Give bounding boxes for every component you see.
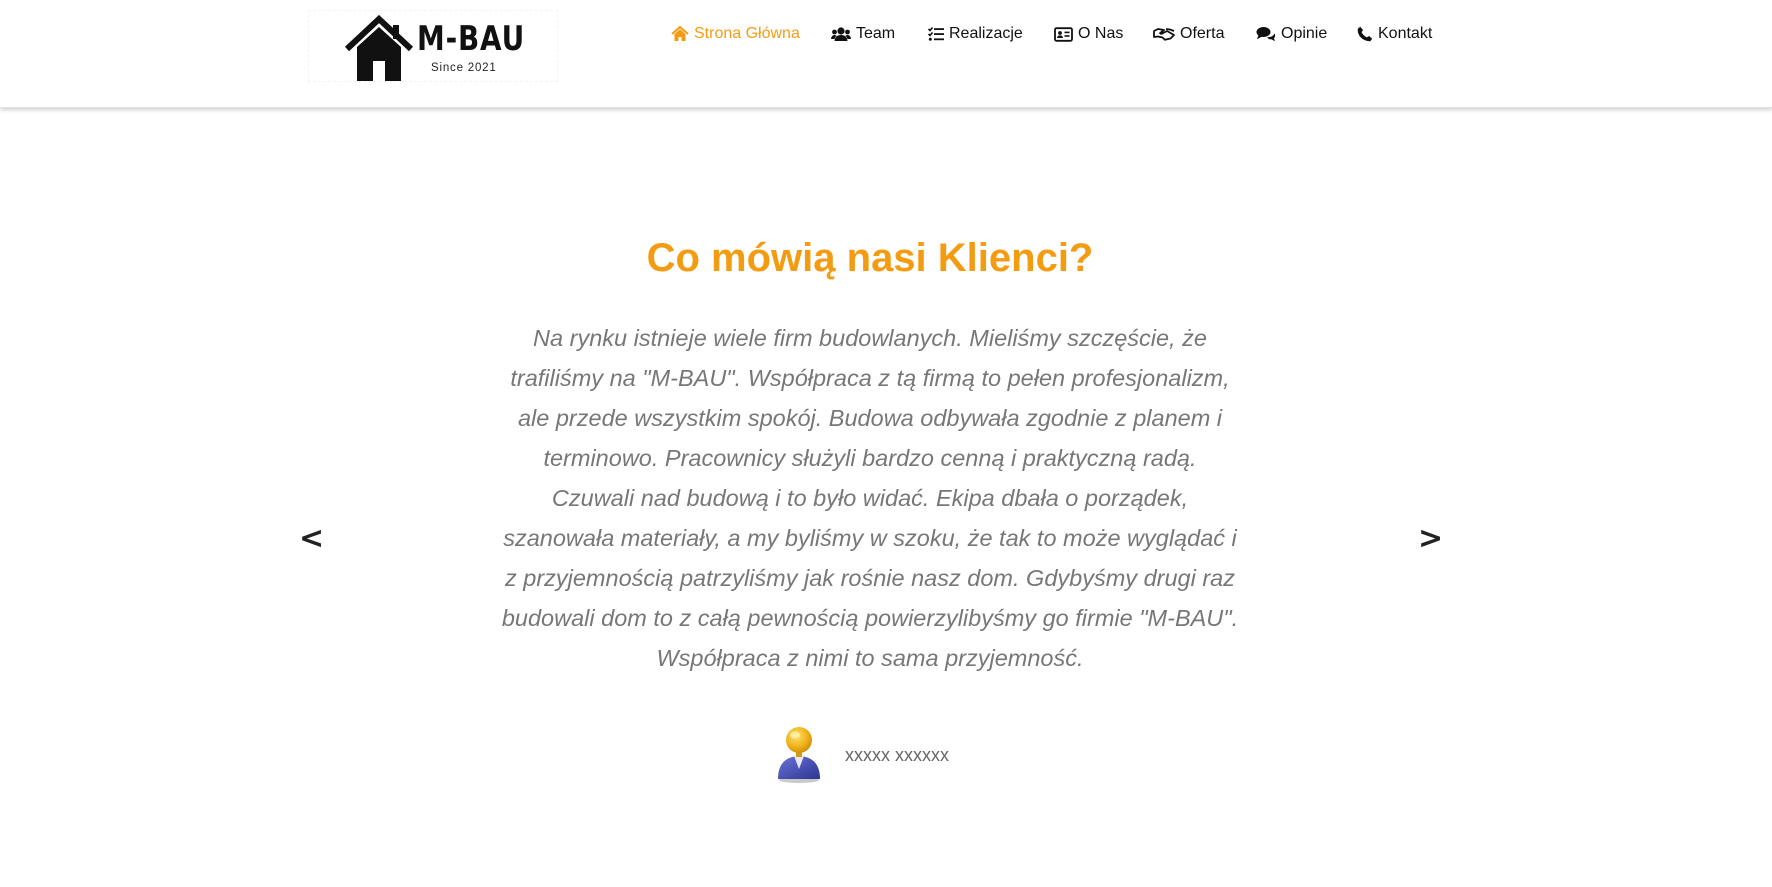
brand-tagline: Since 2021 [431, 62, 497, 74]
testimonial-quote: Na rynku istnieje wiele firm budowlanych… [501, 325, 1239, 671]
nav-item-team[interactable]: Team [831, 22, 895, 46]
nav-item-oferta[interactable]: Oferta [1153, 22, 1224, 46]
user-avatar-icon [778, 727, 820, 783]
nav-item-home[interactable]: Strona Główna [671, 22, 800, 46]
handshake-icon [1153, 28, 1175, 41]
nav-item-label: Realizacje [949, 25, 1023, 42]
section-title: Co mówią nasi Klienci? [646, 236, 1094, 280]
comments-icon [1256, 27, 1276, 42]
nav-item-label: Opinie [1281, 25, 1328, 42]
house-icon [344, 15, 414, 81]
brand-name: M-BAU [417, 19, 526, 59]
nav-item-label: Team [856, 25, 896, 42]
phone-icon [1357, 26, 1373, 42]
nav-item-opinie[interactable]: Opinie [1256, 22, 1327, 46]
brand-logo[interactable]: M-BAU Since 2021 [308, 10, 558, 82]
nav-item-o-nas[interactable]: O Nas [1054, 22, 1123, 46]
nav-item-realizacje[interactable]: Realizacje [928, 22, 1023, 46]
users-icon [831, 27, 851, 41]
next-testimonial-button[interactable]: > [1418, 521, 1443, 556]
prev-testimonial-button[interactable]: < [299, 521, 324, 556]
nav-item-label: Kontakt [1378, 25, 1433, 42]
nav-item-label: Oferta [1180, 25, 1225, 42]
id-card-icon [1054, 26, 1073, 42]
author-name: xxxxx xxxxxx [845, 745, 950, 765]
home-icon [671, 26, 689, 41]
tasks-icon [928, 26, 944, 41]
nav-item-label: Strona Główna [694, 25, 800, 42]
site-header: M-BAU Since 2021 Strona Główna Team Real… [0, 0, 1772, 108]
nav-item-label: O Nas [1078, 25, 1124, 42]
nav-item-kontakt[interactable]: Kontakt [1357, 22, 1432, 46]
